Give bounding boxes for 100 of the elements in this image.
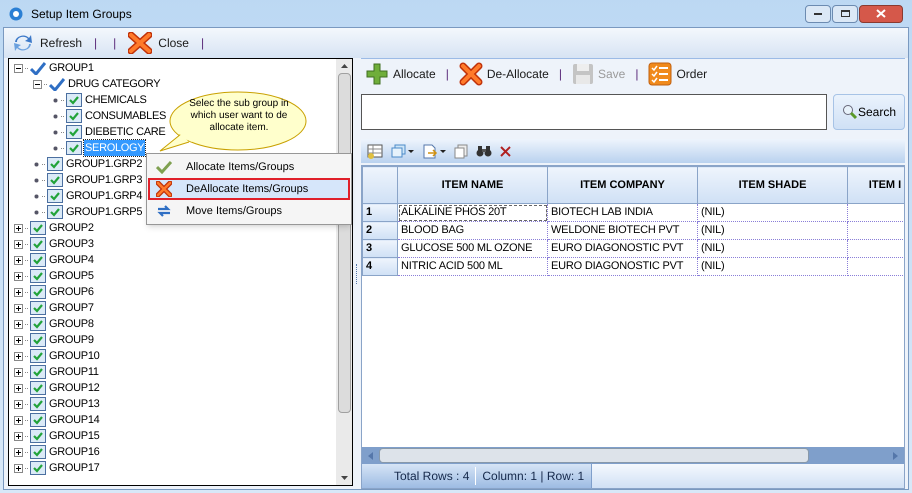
checkbox[interactable] <box>30 333 46 347</box>
expand-icon[interactable] <box>14 416 23 424</box>
row-header[interactable]: 1 <box>362 204 398 222</box>
export-icon[interactable] <box>422 144 438 158</box>
expand-icon[interactable] <box>14 288 23 296</box>
checkbox[interactable] <box>30 397 46 411</box>
expand-icon[interactable] <box>14 432 23 440</box>
expand-icon[interactable] <box>14 400 23 408</box>
expand-icon[interactable] <box>14 336 23 344</box>
tree-item[interactable]: GROUP4 <box>48 252 95 268</box>
checkbox[interactable] <box>66 141 82 155</box>
checkbox[interactable] <box>47 205 63 219</box>
tree-item[interactable]: GROUP3 <box>48 236 95 252</box>
tree-item[interactable]: GROUP11 <box>48 364 100 380</box>
expand-icon[interactable] <box>14 224 23 232</box>
tree-item[interactable]: GROUP8 <box>48 316 95 332</box>
tree-item[interactable]: GROUP17 <box>48 460 100 476</box>
checkbox[interactable] <box>66 93 82 107</box>
deallocate-button[interactable]: De-Allocate <box>458 62 549 86</box>
collapse-icon[interactable] <box>33 80 42 88</box>
checkbox[interactable] <box>30 429 46 443</box>
column-header[interactable]: ITEM NAME <box>398 166 548 204</box>
tree-item[interactable]: GROUP6 <box>48 284 95 300</box>
checkbox[interactable] <box>30 269 46 283</box>
tree-item[interactable]: GROUP5 <box>48 268 95 284</box>
tree-item[interactable]: GROUP9 <box>48 332 95 348</box>
column-header[interactable]: ITEM I <box>848 166 904 204</box>
tree-item[interactable]: GROUP10 <box>48 348 100 364</box>
scroll-up-icon[interactable] <box>340 64 348 68</box>
checkbox[interactable] <box>30 445 46 459</box>
expand-icon[interactable] <box>14 352 23 360</box>
tree-item[interactable]: GROUP1.GRP4 <box>65 188 144 204</box>
dropdown-caret-icon[interactable] <box>408 150 414 152</box>
search-field[interactable] <box>361 94 827 130</box>
order-button[interactable]: Order <box>648 62 708 86</box>
splitter-handle[interactable] <box>356 264 358 284</box>
tree-item[interactable]: GROUP13 <box>48 396 100 412</box>
menu-item[interactable]: Move Items/Groups <box>148 200 350 222</box>
checkbox[interactable] <box>30 413 46 427</box>
tree-item[interactable]: GROUP1 <box>48 60 95 76</box>
checkbox[interactable] <box>30 349 46 363</box>
tree-item[interactable]: DRUG CATEGORY <box>67 76 162 92</box>
close-button[interactable] <box>859 4 903 22</box>
tree-item[interactable]: GROUP1.GRP3 <box>65 172 144 188</box>
checkbox[interactable] <box>47 157 63 171</box>
column-header[interactable]: ITEM COMPANY <box>548 166 698 204</box>
checkbox[interactable] <box>66 109 82 123</box>
expand-icon[interactable] <box>14 448 23 456</box>
search-button[interactable]: Search <box>833 94 905 130</box>
delete-icon[interactable] <box>500 146 511 156</box>
checkbox[interactable] <box>30 253 46 267</box>
allocate-button[interactable]: Allocate <box>365 62 436 86</box>
refresh-button[interactable]: Refresh <box>12 33 82 53</box>
checkbox[interactable] <box>30 237 46 251</box>
tick-icon[interactable] <box>30 62 46 74</box>
tree-item[interactable]: GROUP14 <box>48 412 100 428</box>
tree-item[interactable]: GROUP7 <box>48 300 95 316</box>
binoculars-icon[interactable] <box>476 144 492 158</box>
tree-item[interactable]: GROUP16 <box>48 444 100 460</box>
checkbox[interactable] <box>30 221 46 235</box>
tree-item[interactable]: CHEMICALS <box>84 92 148 108</box>
row-header[interactable]: 3 <box>362 240 398 258</box>
tree-item[interactable]: GROUP1.GRP5 <box>65 204 144 220</box>
tick-icon[interactable] <box>49 78 65 90</box>
tree-item[interactable]: DIEBETIC CARE <box>84 124 166 140</box>
expand-icon[interactable] <box>14 368 23 376</box>
tree-item[interactable]: CONSUMABLES <box>84 108 168 124</box>
expand-icon[interactable] <box>14 304 23 312</box>
checkbox[interactable] <box>47 189 63 203</box>
copy-icon[interactable] <box>454 144 468 158</box>
table-icon[interactable] <box>367 144 383 158</box>
menu-item[interactable]: Allocate Items/Groups <box>148 156 350 178</box>
checkbox[interactable] <box>47 173 63 187</box>
tree-item[interactable]: GROUP12 <box>48 380 100 396</box>
minimize-button[interactable] <box>805 4 831 22</box>
expand-icon[interactable] <box>14 256 23 264</box>
expand-icon[interactable] <box>14 240 23 248</box>
expand-icon[interactable] <box>14 464 23 472</box>
checkbox[interactable] <box>66 125 82 139</box>
row-header[interactable]: 4 <box>362 258 398 276</box>
tree-item[interactable]: GROUP2 <box>48 220 95 236</box>
expand-icon[interactable] <box>14 272 23 280</box>
tree-item[interactable]: GROUP1.GRP2 <box>65 156 144 172</box>
row-header[interactable]: 2 <box>362 222 398 240</box>
checkbox[interactable] <box>30 301 46 315</box>
expand-icon[interactable] <box>14 384 23 392</box>
expand-icon[interactable] <box>14 320 23 328</box>
tree-item[interactable]: GROUP15 <box>48 428 100 444</box>
dropdown-caret-icon[interactable] <box>440 150 446 152</box>
collapse-icon[interactable] <box>14 64 23 72</box>
checkbox[interactable] <box>30 365 46 379</box>
menu-item[interactable]: DeAllocate Items/Groups <box>148 178 350 200</box>
close-button[interactable]: Close <box>128 32 189 54</box>
checkbox[interactable] <box>30 317 46 331</box>
checkbox[interactable] <box>30 461 46 475</box>
column-header[interactable]: ITEM SHADE <box>698 166 848 204</box>
checkbox[interactable] <box>30 285 46 299</box>
maximize-button[interactable] <box>832 4 858 22</box>
scroll-down-icon[interactable] <box>340 476 348 480</box>
checkbox[interactable] <box>30 381 46 395</box>
